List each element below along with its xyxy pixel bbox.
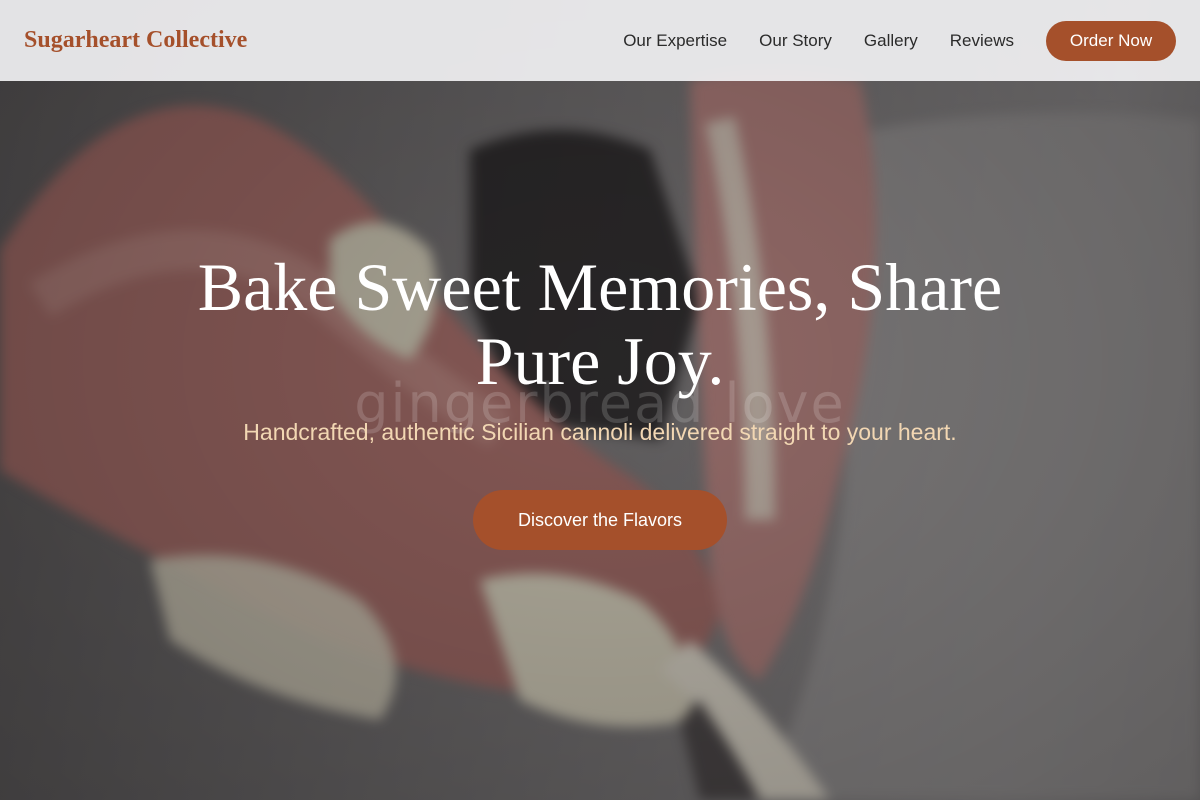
top-navigation-bar: Sugarheart Collective Our Expertise Our …: [0, 0, 1200, 81]
hero-title: Bake Sweet Memories, Share Pure Joy.: [197, 249, 1003, 399]
brand-logo-text[interactable]: Sugarheart Collective: [24, 27, 247, 54]
nav-link-our-story[interactable]: Our Story: [759, 31, 832, 51]
discover-flavors-button[interactable]: Discover the Flavors: [473, 490, 727, 550]
nav-link-gallery[interactable]: Gallery: [864, 31, 918, 51]
hero-subtitle: Handcrafted, authentic Sicilian cannoli …: [243, 419, 957, 445]
nav-links: Our Expertise Our Story Gallery Reviews …: [623, 20, 1176, 61]
nav-link-our-expertise[interactable]: Our Expertise: [623, 31, 727, 51]
nav-link-reviews[interactable]: Reviews: [950, 31, 1014, 51]
order-now-button[interactable]: Order Now: [1046, 20, 1176, 61]
